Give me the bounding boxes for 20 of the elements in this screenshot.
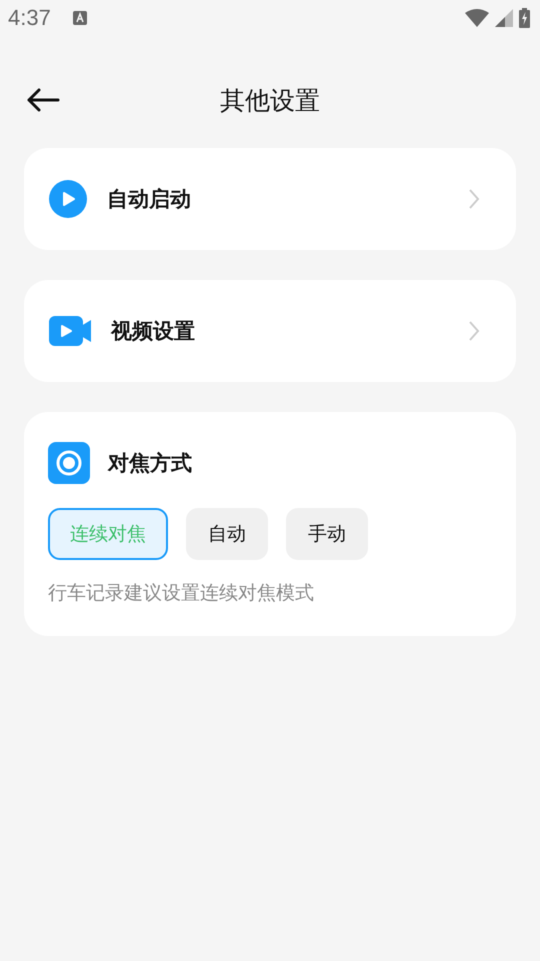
keyboard-notification-icon xyxy=(72,11,87,25)
chevron-right-icon xyxy=(468,320,480,342)
focus-option[interactable]: 自动 xyxy=(186,508,268,560)
status-time: 4:37 xyxy=(8,5,51,31)
video-camera-icon xyxy=(49,316,91,346)
signal-icon xyxy=(495,9,513,27)
wifi-icon xyxy=(465,9,489,27)
focus-target-icon xyxy=(48,442,90,484)
focus-title: 对焦方式 xyxy=(108,450,192,477)
battery-icon xyxy=(519,8,530,28)
settings-label: 自动启动 xyxy=(107,186,191,213)
focus-option[interactable]: 手动 xyxy=(286,508,368,560)
chevron-right-icon xyxy=(468,188,480,210)
settings-label: 视频设置 xyxy=(111,318,195,345)
back-arrow-icon[interactable] xyxy=(26,88,60,112)
play-icon xyxy=(49,180,87,218)
page-title: 其他设置 xyxy=(220,84,320,116)
settings-item[interactable]: 自动启动 xyxy=(24,148,516,250)
settings-item[interactable]: 视频设置 xyxy=(24,280,516,382)
focus-hint: 行车记录建议设置连续对焦模式 xyxy=(48,581,315,606)
